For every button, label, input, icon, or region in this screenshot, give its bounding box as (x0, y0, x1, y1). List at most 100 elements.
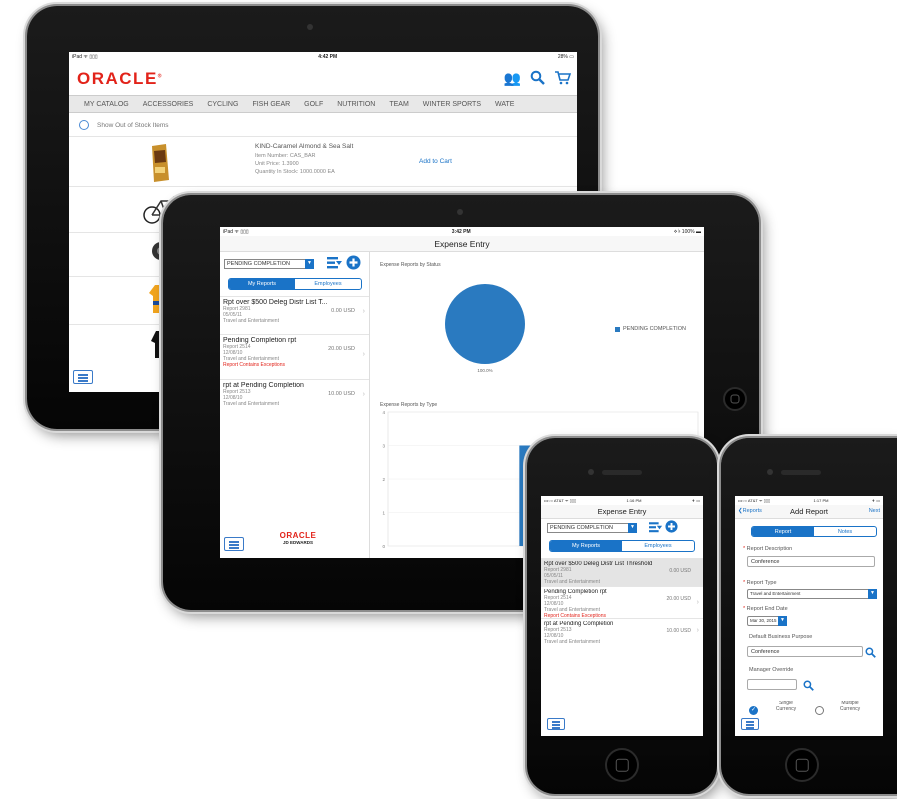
next-button[interactable]: Next (869, 508, 880, 514)
status-filter-value: PENDING COMPLETION (227, 261, 290, 267)
status-right: ⟡ ♭ 100% ▬ (673, 228, 701, 235)
radio-icon[interactable] (79, 120, 89, 130)
chevron-down-icon: ▼ (305, 259, 314, 269)
status-right: ✈ ▭ (871, 498, 880, 503)
pie-slice[interactable] (445, 284, 525, 364)
exception-warning: Report Contains Exceptions (223, 362, 285, 368)
list-item[interactable]: rpt at Pending Completion Report 2513 12… (541, 618, 703, 646)
tab-team[interactable]: TEAM (389, 101, 408, 108)
phone-add-report-screen: •••○○ AT&T ᯤ ▯▯▯ 1:17 PM ✈ ▭ Add Report … (735, 496, 883, 736)
back-button[interactable]: ❮Reports (738, 508, 762, 514)
report-scope-toggle[interactable]: My Reports Employees (549, 540, 695, 552)
tab-nutrition[interactable]: NUTRITION (337, 101, 375, 108)
chevron-down-icon: ▼ (868, 589, 877, 599)
status-time: 1:16 PM (626, 498, 642, 503)
phone-expense: •••○○ AT&T ᯤ ▯▯▯ 1:16 PM ✈ ▭ Expense Ent… (527, 438, 717, 794)
tab-water[interactable]: WATE (495, 101, 514, 108)
menu-button[interactable] (741, 718, 759, 730)
home-button[interactable] (785, 748, 819, 782)
menu-button[interactable] (547, 718, 565, 730)
tab-accessories[interactable]: ACCESSORIES (143, 101, 194, 108)
product-price: Unit Price: 1.3900 (255, 161, 299, 167)
chevron-right-icon: › (696, 627, 699, 634)
tab-my-reports[interactable]: My Reports (229, 279, 295, 289)
report-category: Travel and Entertainment (544, 579, 600, 585)
report-amount: 20.00 USD (328, 346, 355, 352)
tab-employees[interactable]: Employees (622, 541, 694, 551)
report-category: Travel and Entertainment (223, 401, 279, 407)
product-name[interactable]: KIND-Caramel Almond & Sea Salt (255, 143, 353, 150)
home-button[interactable] (723, 387, 747, 411)
purpose-input[interactable]: Conference (747, 646, 863, 657)
add-report-icon[interactable] (346, 255, 361, 275)
header-icons: 👥 (504, 70, 572, 88)
status-right: 28% ▭ (557, 53, 574, 60)
filter-list-icon[interactable] (327, 256, 343, 275)
phone-expense-screen: •••○○ AT&T ᯤ ▯▯▯ 1:16 PM ✈ ▭ Expense Ent… (541, 496, 703, 736)
status-left: •••○○ AT&T ᯤ ▯▯▯ (738, 497, 771, 503)
status-bar: •••○○ AT&T ᯤ ▯▯▯ 1:16 PM ✈ ▭ (541, 496, 703, 505)
end-date-picker[interactable]: Mar 30, 2015 ▼ (747, 616, 787, 626)
status-pie-chart: 100.0% (445, 284, 525, 373)
status-filter-select[interactable]: PENDING COMPLETION ▼ (547, 523, 637, 533)
tab-golf[interactable]: GOLF (304, 101, 323, 108)
tab-report[interactable]: Report (752, 527, 814, 536)
manager-override-input[interactable] (747, 679, 797, 690)
camera (767, 469, 773, 475)
status-time: 4:42 PM (318, 53, 338, 60)
y-tick-label: 2 (382, 477, 385, 482)
report-amount: 10.00 USD (328, 391, 355, 397)
y-tick-label: 0 (382, 544, 385, 549)
chevron-right-icon: › (362, 391, 365, 398)
group-icon[interactable]: 👥 (504, 70, 521, 88)
report-scope-toggle[interactable]: My Reports Employees (228, 278, 362, 290)
status-left: iPad ᯤ ▯▯▯ (72, 53, 98, 60)
pie-legend: PENDING COMPLETION (615, 326, 686, 332)
tab-fish-gear[interactable]: FISH GEAR (252, 101, 290, 108)
add-report-icon[interactable] (665, 520, 678, 538)
tab-winter-sports[interactable]: WINTER SPORTS (423, 101, 481, 108)
back-label: Reports (742, 508, 762, 514)
search-icon[interactable] (530, 70, 545, 88)
report-notes-toggle[interactable]: Report Notes (751, 526, 877, 537)
home-button[interactable] (605, 748, 639, 782)
calendar-dropdown-icon: ▼ (778, 616, 787, 626)
cart-icon[interactable] (554, 70, 572, 88)
pie-data-label: 100.0% (477, 368, 492, 373)
status-time: 1:17 PM (813, 498, 829, 503)
report-type-label: * Report Type (743, 580, 777, 586)
tab-my-reports[interactable]: My Reports (550, 541, 622, 551)
end-date-label: * Report End Date (743, 606, 788, 612)
stock-toggle[interactable]: Show Out of Stock Items (79, 120, 169, 130)
tab-my-catalog[interactable]: MY CATALOG (84, 101, 129, 108)
report-title: Pending Completion rpt (223, 337, 297, 344)
list-item[interactable]: Pending Completion rpt Report 2514 12/08… (220, 334, 369, 379)
list-item[interactable]: rpt at Pending Completion Report 2513 12… (220, 379, 369, 417)
tab-cycling[interactable]: CYCLING (207, 101, 238, 108)
search-icon[interactable] (865, 645, 876, 663)
oracle-logo: ORACLE® (77, 69, 163, 88)
list-item[interactable]: Rpt over $500 Deleg Distr List Threshold… (541, 558, 703, 586)
menu-button[interactable] (73, 370, 93, 384)
camera (457, 209, 463, 215)
search-icon[interactable] (803, 678, 814, 696)
y-tick-label: 3 (382, 444, 385, 449)
add-to-cart-link[interactable]: Add to Cart (419, 158, 452, 165)
tab-employees[interactable]: Employees (295, 279, 361, 289)
description-input[interactable]: Conference (747, 556, 875, 567)
status-bar: •••○○ AT&T ᯤ ▯▯▯ 1:17 PM ✈ ▭ (735, 496, 883, 505)
category-tabs: MY CATALOG ACCESSORIES CYCLING FISH GEAR… (69, 95, 577, 113)
list-item[interactable]: Pending Completion rpt Report 2514 12/08… (541, 586, 703, 619)
report-type-select[interactable]: Travel and Entertainment ▼ (747, 589, 877, 599)
multiple-currency-radio[interactable] (815, 706, 824, 715)
description-label: * Report Description (743, 546, 793, 552)
list-item[interactable]: Rpt over $500 Deleg Distr List T... Repo… (220, 296, 369, 334)
legend-swatch (615, 326, 620, 332)
menu-button[interactable] (224, 537, 244, 551)
tab-notes[interactable]: Notes (814, 527, 876, 536)
report-title: Rpt over $500 Deleg Distr List T... (223, 299, 328, 306)
status-filter-select[interactable]: PENDING COMPLETION ▼ (224, 259, 314, 269)
single-currency-radio[interactable]: ✓ (749, 706, 758, 715)
product-row[interactable]: KIND-Caramel Almond & Sea Salt Item Numb… (69, 136, 577, 186)
filter-list-icon[interactable] (649, 521, 663, 539)
